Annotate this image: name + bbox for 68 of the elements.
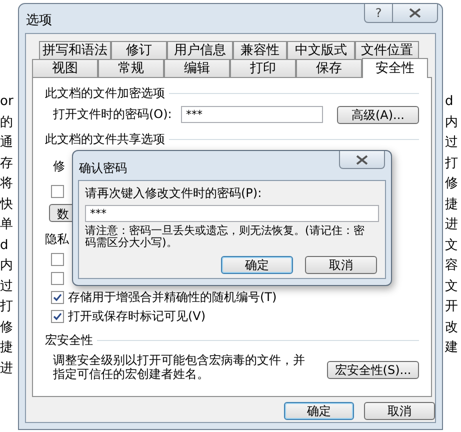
document-text: 存: [0, 154, 14, 172]
field-label: 请再次键入修改文件时的密码(P):: [85, 185, 263, 202]
tab[interactable]: 用户信息: [167, 41, 233, 59]
checkbox[interactable]: [51, 272, 64, 284]
tab[interactable]: 保存: [296, 59, 362, 77]
checkbox[interactable]: [51, 185, 64, 198]
document-text: 进: [445, 216, 458, 234]
advanced-button[interactable]: 高级(A)...: [337, 106, 419, 124]
password-field[interactable]: ***: [85, 205, 379, 222]
ok-button[interactable]: 确定: [284, 402, 354, 420]
document-text: 修: [0, 318, 14, 336]
document-text: 将: [0, 175, 14, 193]
document-text: 捷: [445, 196, 458, 214]
field-label: 打开文件时的密码(O):: [53, 106, 173, 123]
document-text: 文: [445, 236, 458, 254]
document-text: 的: [0, 114, 14, 132]
document-text: 快: [0, 196, 14, 214]
checkbox[interactable]: [51, 290, 64, 304]
checkbox-label: 打开或保存时标记可见(V): [68, 308, 206, 325]
tab[interactable]: 常规: [98, 59, 164, 77]
cancel-button[interactable]: 取消: [364, 402, 435, 420]
tab[interactable]: 编辑: [164, 59, 230, 77]
document-text: 内: [445, 114, 458, 132]
document-text: 通: [0, 134, 14, 152]
document-text: 过: [445, 134, 458, 152]
document-text: or: [0, 93, 14, 111]
document-text: 内: [0, 257, 14, 275]
tab[interactable]: 兼容性: [233, 41, 287, 59]
document-text: 进: [0, 360, 14, 378]
document-text: 文: [445, 278, 458, 296]
dialog-title: 确认密码: [79, 160, 127, 177]
tab[interactable]: 修订: [111, 41, 167, 59]
section-title: 宏安全性: [45, 332, 93, 349]
field-label: 修: [53, 158, 65, 175]
document-text: d: [0, 236, 10, 254]
section-title: 此文档的文件共享选项: [45, 131, 165, 148]
document-text: 改: [445, 318, 458, 336]
checkbox[interactable]: [51, 310, 64, 322]
tab[interactable]: 视图: [32, 59, 98, 77]
cancel-button[interactable]: 取消: [305, 256, 377, 274]
document-text: 过: [0, 278, 14, 296]
macro-security-button[interactable]: 宏安全性(S)...: [327, 361, 419, 379]
tab[interactable]: 文件位置: [355, 41, 419, 59]
close-icon: [409, 8, 421, 18]
password-field[interactable]: ***: [181, 106, 323, 122]
tab[interactable]: 打印: [230, 59, 296, 77]
close-button[interactable]: [339, 151, 385, 169]
window-title: 选项: [26, 12, 52, 30]
tab[interactable]: 拼写和语法: [39, 41, 111, 59]
ok-button[interactable]: 确定: [221, 256, 293, 274]
document-text: 打: [445, 154, 458, 172]
macro-description: 调整安全级别以打开可能包含宏病毒的文件，并指定可信任的宏创建者姓名。: [53, 353, 306, 381]
document-text: 建: [445, 339, 458, 357]
document-text: 开: [445, 298, 458, 316]
document-text: d: [445, 93, 454, 111]
document-text: 打: [0, 298, 14, 316]
checkbox[interactable]: [51, 252, 64, 266]
section-title: 隐私: [45, 231, 69, 248]
warning-note: 请注意：密码一旦丢失或遗忘，则无法恢复。(请记住：密码需区分大小写)。: [85, 225, 365, 249]
document-text: 容: [445, 257, 458, 275]
document-text: 单: [0, 216, 14, 234]
document-text: 修: [445, 175, 458, 193]
checkbox-label: 存储用于增强合并精确性的随机编号(T): [68, 289, 277, 306]
tab[interactable]: 安全性: [362, 58, 428, 78]
document-text: 捷: [0, 339, 14, 357]
section-title: 此文档的文件加密选项: [45, 85, 165, 102]
close-icon: [356, 154, 368, 164]
tab[interactable]: 中文版式: [287, 41, 355, 59]
